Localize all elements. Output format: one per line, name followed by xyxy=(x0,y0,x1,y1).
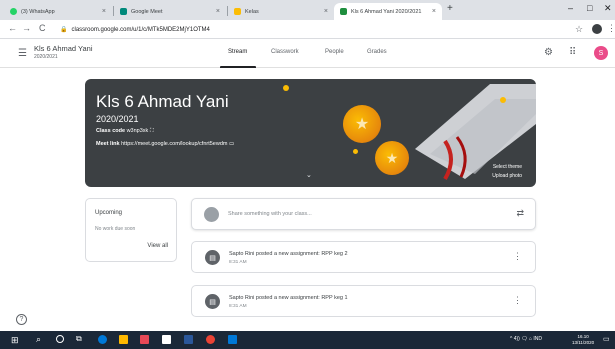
taskbar-clock[interactable]: 16.10 13/11/2020 xyxy=(572,334,594,346)
close-window-button[interactable]: ✕ xyxy=(604,3,612,14)
close-icon[interactable]: × xyxy=(432,8,436,15)
maximize-button[interactable]: □ xyxy=(587,3,592,13)
class-banner: ★ ★ Kls 6 Ahmad Yani 2020/2021 Class cod… xyxy=(85,79,536,187)
url-field[interactable]: 🔒 classroom.google.com/u/1/c/MTk5MDE2MjY… xyxy=(58,23,573,36)
chevron-down-icon[interactable]: ⌄ xyxy=(306,171,312,179)
lock-icon: 🔒 xyxy=(60,27,68,33)
windows-taskbar: ⊞ ⌕ ⧉ ^ 4)) 🗨 ⌂ IND 16.10 13/11/2020 ▭ xyxy=(0,331,615,349)
upcoming-title: Upcoming xyxy=(95,210,123,216)
upcoming-card: Upcoming No work due soon View all xyxy=(85,198,177,262)
windows-start-icon[interactable]: ⊞ xyxy=(11,335,19,346)
edge-icon[interactable] xyxy=(98,335,107,344)
bookmark-star-icon[interactable]: ☆ xyxy=(575,24,583,35)
post-time: 8:31 AM xyxy=(229,260,247,265)
browser-tab-google-meet[interactable]: Google Meet × xyxy=(114,3,226,20)
app-icon[interactable] xyxy=(140,335,149,344)
class-name[interactable]: Kls 6 Ahmad Yani xyxy=(34,44,93,53)
app-icon[interactable] xyxy=(228,335,237,344)
classroom-header: ☰ Kls 6 Ahmad Yani 2020/2021 Stream Clas… xyxy=(0,39,615,68)
browser-tab-label: (3) WhatsApp xyxy=(21,8,55,15)
file-explorer-icon[interactable] xyxy=(119,335,128,344)
clock-date: 13/11/2020 xyxy=(572,340,595,345)
avatar[interactable]: S xyxy=(594,46,608,60)
post-title[interactable]: Sapto Rini posted a new assignment: RPP … xyxy=(229,251,348,257)
store-icon[interactable] xyxy=(162,335,171,344)
task-view-icon[interactable]: ⧉ xyxy=(76,334,82,344)
back-arrow-icon[interactable]: ← xyxy=(8,23,17,33)
banner-year: 2020/2021 xyxy=(96,114,139,124)
share-placeholder[interactable]: Share something with your class... xyxy=(228,211,312,217)
class-code-value: w3np3xk xyxy=(126,128,149,134)
system-tray[interactable]: ^ 4)) 🗨 ⌂ IND xyxy=(510,336,542,342)
browser-profile-icon[interactable] xyxy=(592,24,602,34)
search-icon[interactable]: ⌕ xyxy=(36,334,41,345)
star-coin-icon: ★ xyxy=(375,141,409,175)
select-theme-link[interactable]: Select theme xyxy=(492,163,522,172)
google-meet-icon xyxy=(120,8,127,15)
chrome-icon[interactable] xyxy=(206,335,215,344)
browser-tab-whatsapp[interactable]: (3) WhatsApp × xyxy=(4,3,112,20)
meet-link: Meet link https://meet.google.com/lookup… xyxy=(96,141,234,147)
meet-link-url[interactable]: https://meet.google.com/lookup/cfnrt5ewd… xyxy=(121,141,227,147)
close-icon[interactable]: × xyxy=(216,8,220,15)
decorative-dot xyxy=(500,97,506,103)
meet-link-label: Meet link xyxy=(96,141,120,147)
close-icon[interactable]: × xyxy=(102,8,106,15)
stream-post[interactable]: ▤ Sapto Rini posted a new assignment: RP… xyxy=(191,285,536,317)
browser-tab-label: Google Meet xyxy=(131,8,163,15)
classroom-icon xyxy=(340,8,347,15)
banner-theme-links: Select theme Upload photo xyxy=(492,163,522,181)
more-options-icon[interactable]: ⋮ xyxy=(513,251,522,262)
tab-classwork[interactable]: Classwork xyxy=(271,49,299,55)
post-title[interactable]: Sapto Rini posted a new assignment: RPP … xyxy=(229,295,348,301)
reload-icon[interactable]: C xyxy=(39,23,46,33)
banner-title: Kls 6 Ahmad Yani xyxy=(96,92,229,111)
assignment-icon: ▤ xyxy=(205,250,220,265)
class-section: 2020/2021 xyxy=(34,54,58,60)
video-camera-icon[interactable]: ▭ xyxy=(229,141,234,147)
browser-tab-class-stream[interactable]: Kls 6 Ahmad Yani 2020/2021 × xyxy=(334,3,442,20)
close-icon[interactable]: × xyxy=(324,8,328,15)
browser-tab-label: Kls 6 Ahmad Yani 2020/2021 xyxy=(351,8,422,15)
tab-people[interactable]: People xyxy=(325,49,344,55)
classroom-icon xyxy=(234,8,241,15)
star-coin-icon: ★ xyxy=(343,105,381,143)
share-box[interactable]: Share something with your class... ⇄ xyxy=(191,198,536,230)
view-all-link[interactable]: View all xyxy=(147,243,168,249)
class-code: Class code w3np3xk ⛶ xyxy=(96,128,154,135)
cortana-icon[interactable] xyxy=(56,335,64,343)
fullscreen-icon[interactable]: ⛶ xyxy=(150,128,154,134)
upcoming-empty-text: No work due soon xyxy=(95,226,136,232)
browser-menu-icon[interactable]: ⋮ xyxy=(607,23,615,34)
browser-tab-label: Kelas xyxy=(245,8,259,15)
active-tab-indicator xyxy=(220,66,256,68)
repost-icon[interactable]: ⇄ xyxy=(516,208,524,219)
browser-tab-kelas[interactable]: Kelas × xyxy=(228,3,334,20)
decorative-dot xyxy=(283,85,289,91)
decorative-dot xyxy=(353,149,358,154)
class-code-label: Class code xyxy=(96,128,126,134)
whatsapp-icon xyxy=(10,8,17,15)
minimize-button[interactable]: – xyxy=(568,3,573,13)
avatar xyxy=(204,207,219,222)
word-icon[interactable] xyxy=(184,335,193,344)
new-tab-button[interactable]: + xyxy=(447,3,453,14)
notification-icon[interactable]: ▭ xyxy=(603,335,610,343)
hamburger-menu-icon[interactable]: ☰ xyxy=(18,48,27,59)
forward-arrow-icon[interactable]: → xyxy=(22,23,31,33)
post-time: 8:31 AM xyxy=(229,304,247,309)
upload-photo-link[interactable]: Upload photo xyxy=(492,172,522,181)
stream-post[interactable]: ▤ Sapto Rini posted a new assignment: RP… xyxy=(191,241,536,273)
tab-grades[interactable]: Grades xyxy=(367,49,387,55)
gear-icon[interactable]: ⚙ xyxy=(544,47,553,58)
help-icon[interactable]: ? xyxy=(16,314,27,325)
url-text: classroom.google.com/u/1/c/MTk5MDE2MjY1O… xyxy=(71,26,210,33)
more-options-icon[interactable]: ⋮ xyxy=(513,295,522,306)
browser-tab-strip: (3) WhatsApp × Google Meet × Kelas × Kls… xyxy=(0,0,615,20)
address-bar: ← → C 🔒 classroom.google.com/u/1/c/MTk5M… xyxy=(0,20,615,39)
apps-grid-icon[interactable]: ⠿ xyxy=(569,47,576,58)
tab-stream[interactable]: Stream xyxy=(228,49,247,55)
assignment-icon: ▤ xyxy=(205,294,220,309)
